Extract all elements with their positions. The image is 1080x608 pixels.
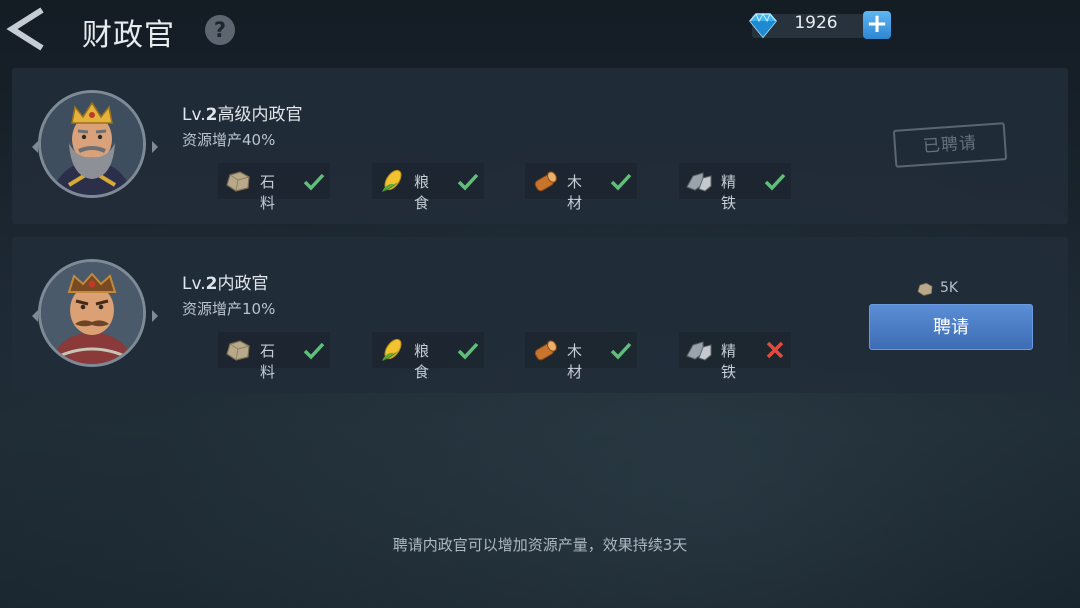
wood-icon <box>534 340 557 361</box>
level-number: 2 <box>205 274 218 294</box>
hire-button[interactable]: 聘请 <box>869 304 1033 350</box>
corn-icon <box>382 169 402 192</box>
back-arrow-icon[interactable] <box>4 6 50 52</box>
cross-icon <box>766 341 784 359</box>
officer-name: 高级内政官 <box>217 105 303 125</box>
king-portrait-icon <box>41 93 143 195</box>
resource-label: 木材 <box>567 342 583 381</box>
cost-value: 5K <box>940 280 959 296</box>
avatar-ring-knob <box>32 310 38 322</box>
officer-bonus: 资源增产40% <box>182 129 275 150</box>
check-icon <box>457 173 479 191</box>
wood-icon <box>534 171 557 192</box>
resource-label: 粮食 <box>414 173 430 212</box>
resource-label: 石料 <box>260 342 276 381</box>
stone-icon <box>226 171 250 192</box>
iron-icon <box>686 341 712 361</box>
officer-card-senior: Lv.2高级内政官 资源增产40% 石料 粮食 木材 精铁 已聘请 <box>12 68 1068 224</box>
resource-label: 木材 <box>567 173 583 212</box>
avatar-ring-knob <box>32 141 38 153</box>
officer-bonus: 资源增产10% <box>182 298 275 319</box>
footer-note: 聘请内政官可以增加资源产量，效果持续3天 <box>392 536 688 554</box>
resource-label: 精铁 <box>721 342 737 381</box>
diamond-icon <box>749 12 777 39</box>
resource-label: 粮食 <box>414 342 430 381</box>
level-prefix: Lv. <box>182 274 206 294</box>
level-prefix: Lv. <box>182 105 206 125</box>
iron-icon <box>686 172 712 192</box>
stone-icon <box>917 282 933 296</box>
check-icon <box>303 342 325 360</box>
check-icon <box>457 342 479 360</box>
check-icon <box>303 173 325 191</box>
officer-avatar <box>38 90 146 198</box>
page-title: 财政官 <box>82 18 175 53</box>
corn-icon <box>382 338 402 361</box>
bonus-label: 资源增产 <box>182 300 243 318</box>
check-icon <box>610 342 632 360</box>
add-gems-button[interactable]: + <box>863 11 891 39</box>
bonus-value: 10% <box>242 300 276 318</box>
officer-title: Lv.2内政官 <box>182 269 268 294</box>
officer-title: Lv.2高级内政官 <box>182 100 302 125</box>
help-button[interactable]: ? <box>205 15 235 45</box>
gem-count: 1926 <box>794 13 838 33</box>
avatar-ring-knob <box>152 310 158 322</box>
stone-icon <box>226 340 250 361</box>
resource-label: 精铁 <box>721 173 737 212</box>
officer-name: 内政官 <box>217 274 269 294</box>
resource-label: 石料 <box>260 173 276 212</box>
check-icon <box>610 173 632 191</box>
hired-status-stamp: 已聘请 <box>892 122 1008 168</box>
avatar-ring-knob <box>152 141 158 153</box>
check-icon <box>764 173 786 191</box>
bonus-label: 资源增产 <box>182 131 243 149</box>
level-number: 2 <box>205 105 218 125</box>
officer-avatar <box>38 259 146 367</box>
bonus-value: 40% <box>242 131 276 149</box>
warrior-portrait-icon <box>41 262 143 364</box>
officer-card-basic: Lv.2内政官 资源增产10% 石料 粮食 木材 精铁 5K 聘请 <box>12 237 1068 393</box>
